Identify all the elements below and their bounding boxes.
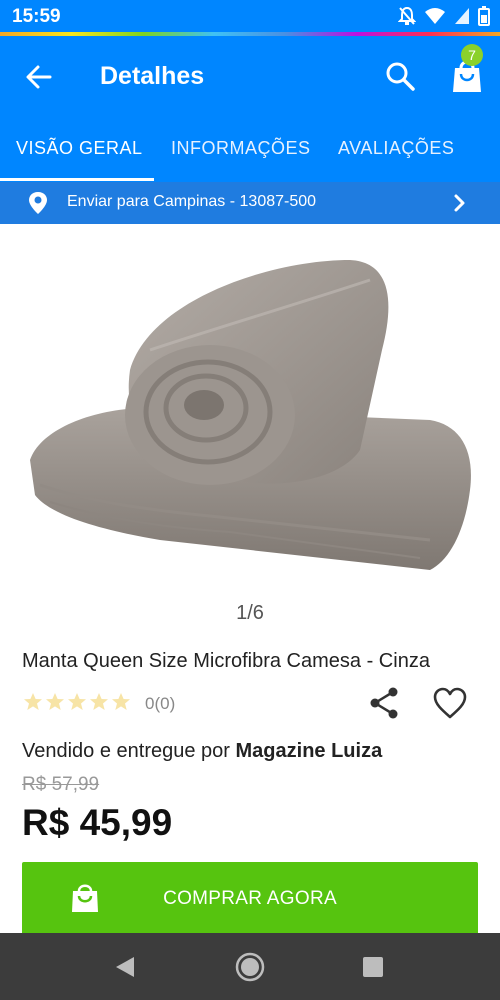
wifi-icon — [425, 8, 445, 24]
status-icons — [398, 6, 490, 26]
rating-count: 0(0) — [145, 694, 176, 713]
star-icon — [46, 693, 64, 710]
star-icon — [68, 693, 86, 710]
rating-stars[interactable] — [23, 692, 131, 712]
tab-avaliacoes[interactable]: AVALIAÇÕES — [338, 138, 454, 159]
star-icon — [112, 693, 130, 710]
product-detail-screen: 15:59 Detalhes 7 VISÃO GERAL INFORMAÇÕES… — [0, 0, 500, 1000]
arrow-back-icon[interactable] — [22, 60, 56, 94]
seller-name[interactable]: Magazine Luiza — [236, 740, 383, 762]
search-icon[interactable] — [384, 60, 416, 92]
tab-bar: VISÃO GERAL INFORMAÇÕES AVALIAÇÕES — [0, 126, 500, 182]
product-name: Manta Queen Size Microfibra Camesa - Cin… — [22, 650, 430, 672]
current-price: R$ 45,99 — [22, 802, 173, 843]
seller-info: Vendido e entregue por Magazine Luiza — [22, 740, 382, 763]
share-icon[interactable] — [368, 686, 400, 720]
old-price: R$ 57,99 — [22, 774, 100, 795]
shipping-text: Enviar para Campinas - 13087-500 — [67, 193, 317, 210]
buy-now-label: COMPRAR AGORA — [163, 888, 337, 909]
tab-informacoes[interactable]: INFORMAÇÕES — [171, 138, 311, 159]
signal-icon — [455, 8, 469, 24]
cart-count-badge: 7 — [461, 44, 483, 66]
tab-visao-geral[interactable]: VISÃO GERAL — [16, 138, 143, 159]
page-title: Detalhes — [100, 62, 205, 90]
status-bar: 15:59 — [0, 0, 500, 36]
nav-recent-icon[interactable] — [362, 956, 384, 978]
star-icon — [90, 693, 108, 710]
status-time: 15:59 — [12, 6, 61, 27]
location-pin-icon — [29, 192, 47, 214]
shipping-location-bar[interactable]: Enviar para Campinas - 13087-500 — [0, 182, 500, 224]
nav-back-icon[interactable] — [114, 955, 136, 979]
system-navigation-bar — [0, 933, 500, 1000]
notifications-off-icon — [398, 6, 416, 25]
image-pager: 1/6 — [236, 602, 264, 624]
product-image[interactable] — [10, 240, 490, 590]
star-icon — [24, 693, 42, 710]
app-bar: Detalhes 7 VISÃO GERAL INFORMAÇÕES AVALI… — [0, 36, 500, 182]
heart-icon[interactable] — [432, 686, 468, 720]
nav-home-icon[interactable] — [234, 951, 266, 983]
seller-prefix: Vendido e entregue por — [22, 740, 230, 762]
active-tab-indicator — [0, 178, 154, 181]
buy-now-button[interactable]: COMPRAR AGORA — [22, 862, 478, 936]
battery-icon — [478, 6, 490, 26]
chevron-right-icon — [454, 194, 465, 212]
